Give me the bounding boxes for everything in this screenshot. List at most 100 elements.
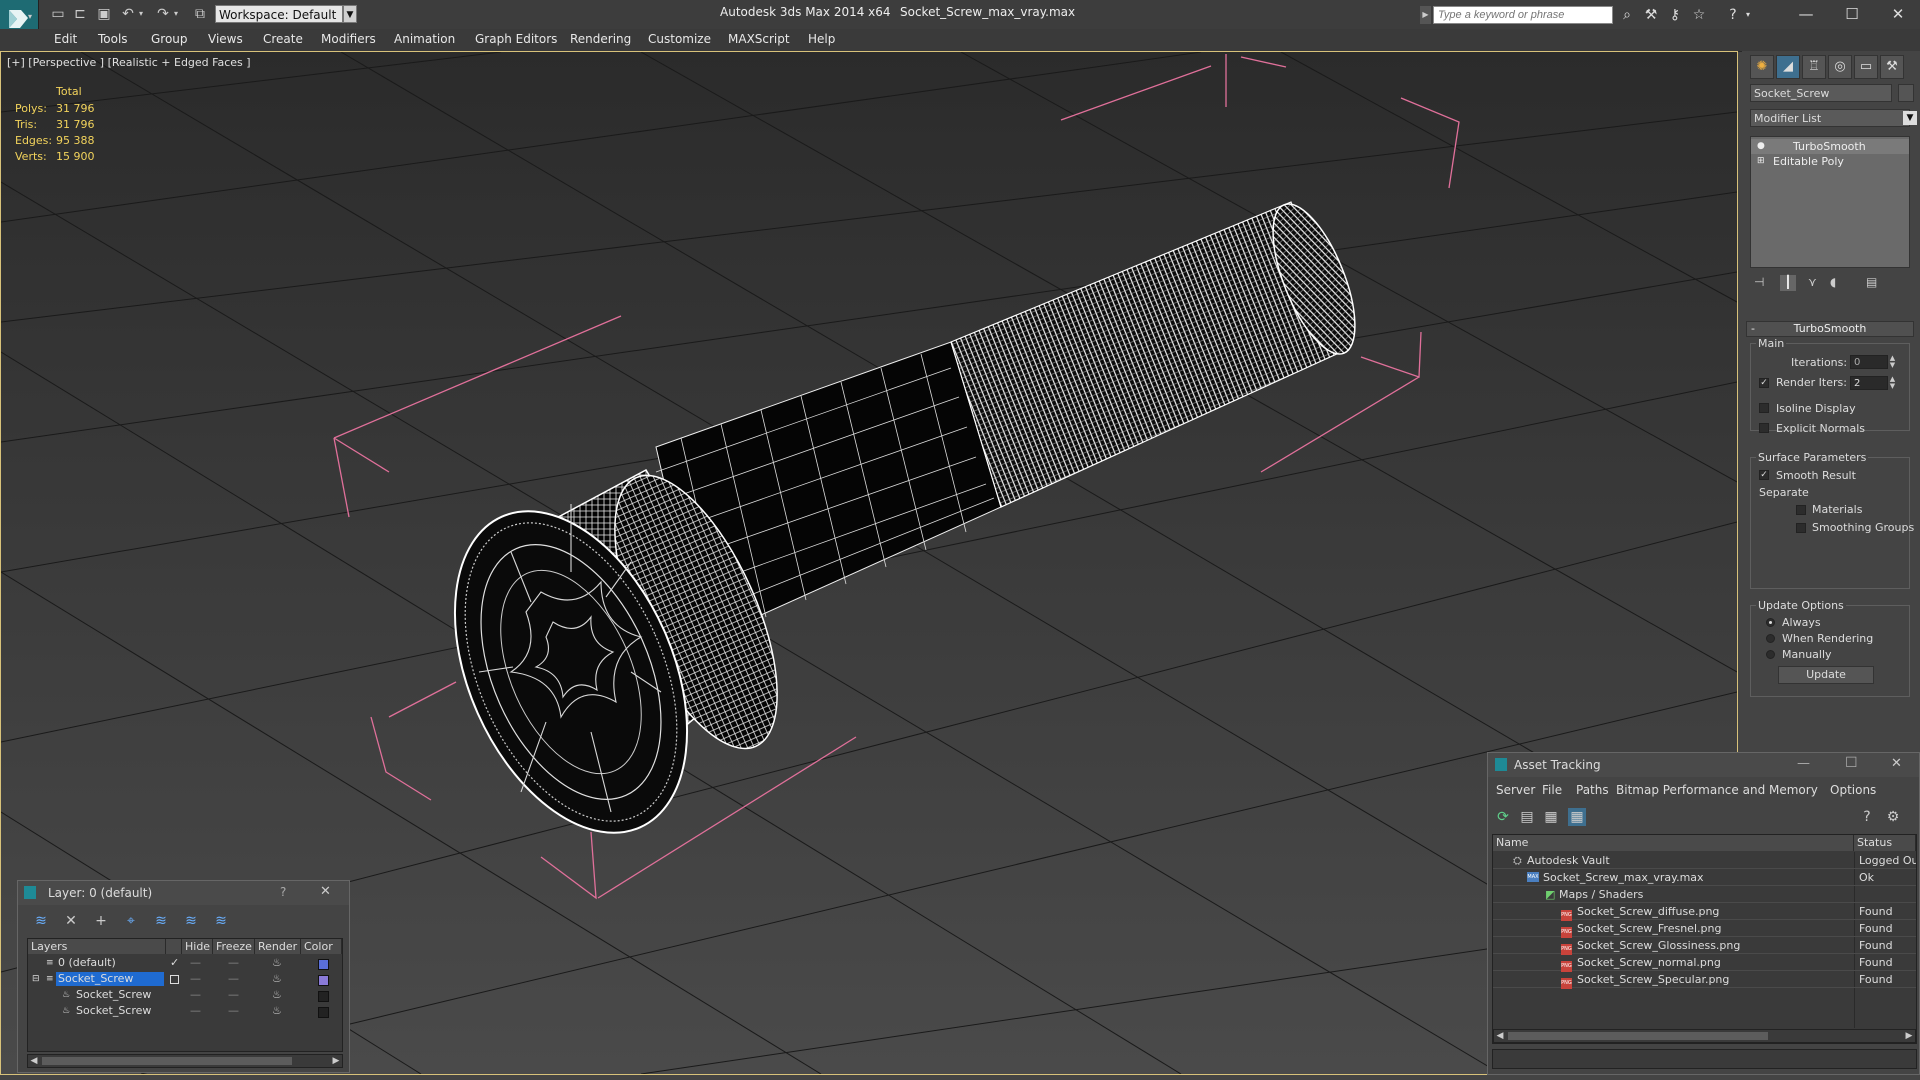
column-color[interactable]: Color (301, 939, 342, 954)
select-objects-in-layer-icon[interactable]: ⌖ (122, 912, 140, 930)
menu-graph-editors[interactable]: Graph Editors (475, 32, 557, 46)
table-view-icon[interactable]: ▦ (1568, 808, 1586, 826)
column-hide[interactable]: Hide (182, 939, 213, 954)
maximize-icon[interactable]: ☐ (1832, 2, 1872, 26)
scroll-left-icon[interactable]: ◀ (28, 1055, 40, 1067)
menu-maxscript[interactable]: MAXScript (728, 32, 790, 46)
column-status[interactable]: Status (1854, 835, 1916, 851)
scroll-thumb[interactable] (42, 1057, 292, 1065)
layer-row[interactable]: ≡ 0 (default) ✓ — — ♨ (28, 955, 342, 971)
redo-icon[interactable]: ↷ (155, 6, 171, 22)
menu-edit[interactable]: Edit (54, 32, 77, 46)
hide-toggle-icon[interactable]: — (190, 955, 201, 971)
scroll-thumb[interactable] (1508, 1032, 1768, 1040)
new-file-icon[interactable]: ▭ (50, 6, 66, 22)
menu-modifiers[interactable]: Modifiers (321, 32, 376, 46)
isoline-display-checkbox[interactable] (1759, 403, 1769, 413)
collapse-minus-icon[interactable]: ⊟ (32, 971, 40, 987)
display-tab-icon[interactable]: ▭ (1854, 55, 1878, 79)
make-unique-icon[interactable]: ⋎ (1808, 275, 1824, 291)
asset-settings-icon[interactable]: ⚙ (1884, 808, 1902, 826)
minimize-icon[interactable]: — (1786, 2, 1826, 26)
layer-window-close-icon[interactable]: ✕ (320, 884, 331, 899)
menu-customize[interactable]: Customize (648, 32, 711, 46)
show-end-result-icon[interactable]: ┃ (1780, 275, 1796, 291)
help-dropdown-icon[interactable]: ▾ (1743, 6, 1753, 24)
asset-menu-file[interactable]: File (1542, 783, 1562, 797)
favorites-star-icon[interactable]: ☆ (1689, 6, 1709, 24)
column-freeze[interactable]: Freeze (213, 939, 255, 954)
open-file-icon[interactable]: ⊏ (72, 6, 88, 22)
stack-item-editable-poly[interactable]: ⊞ Editable Poly (1751, 154, 1909, 169)
lightbulb-icon[interactable]: ● (1757, 139, 1765, 154)
freeze-toggle-icon[interactable]: — (228, 955, 239, 971)
add-to-layer-icon[interactable]: + (92, 912, 110, 930)
binoculars-icon[interactable]: ⌕ (1617, 6, 1637, 24)
delete-layer-icon[interactable]: ✕ (62, 912, 80, 930)
asset-menu-server[interactable]: Server (1496, 783, 1535, 797)
render-teapot-icon[interactable]: ♨ (272, 971, 282, 987)
separate-materials-checkbox[interactable] (1796, 505, 1806, 515)
asset-minimize-icon[interactable]: — (1797, 756, 1810, 771)
asset-menu-options[interactable]: Options (1830, 783, 1876, 797)
iterations-spinner[interactable]: 0 (1850, 355, 1888, 369)
tree-view-icon[interactable]: ▦ (1542, 808, 1560, 826)
undo-icon[interactable]: ↶ (120, 6, 136, 22)
viewport-label-menu[interactable]: [+] [Perspective ] [Realistic + Edged Fa… (7, 56, 251, 69)
menu-help[interactable]: Help (808, 32, 835, 46)
asset-help-icon[interactable]: ? (1858, 808, 1876, 826)
asset-path-field[interactable] (1492, 1049, 1917, 1069)
asset-tracking-titlebar[interactable]: Asset Tracking — ☐ ✕ (1488, 753, 1919, 777)
stack-item-turbosmooth[interactable]: ● TurboSmooth (1751, 139, 1909, 154)
explicit-normals-checkbox[interactable] (1759, 423, 1769, 433)
object-color-swatch[interactable] (1898, 84, 1914, 102)
layer-row-selected[interactable]: ⊟ ≡ Socket_Screw — — ♨ (28, 971, 342, 987)
new-layer-icon[interactable]: ≋ (32, 912, 50, 930)
asset-row-vault[interactable]: ⛭ Autodesk Vault Logged Out (1493, 852, 1916, 869)
refresh-icon[interactable]: ⟳ (1494, 808, 1512, 826)
workspace-dropdown-arrow-icon[interactable]: ▼ (343, 5, 357, 23)
expand-plus-icon[interactable]: ⊞ (1757, 154, 1765, 169)
render-teapot-icon[interactable]: ♨ (272, 955, 282, 971)
modifier-list-arrow-icon[interactable]: ▼ (1903, 111, 1917, 125)
layer-color-swatch[interactable] (318, 975, 329, 986)
separate-smoothing-groups-checkbox[interactable] (1796, 523, 1806, 533)
menu-rendering[interactable]: Rendering (570, 32, 631, 46)
layer-object-row[interactable]: ♨ Socket_Screw — — ♨ (28, 1003, 342, 1019)
layer-window-titlebar[interactable]: Layer: 0 (default) ? ✕ (18, 881, 349, 905)
asset-row-max-file[interactable]: MAX Socket_Screw_max_vray.max Ok (1493, 869, 1916, 886)
rollout-collapse-icon[interactable]: - (1751, 322, 1755, 336)
hide-toggle-icon[interactable]: — (190, 987, 201, 1003)
column-name[interactable]: Name (1493, 835, 1854, 851)
column-layers[interactable]: Layers (28, 939, 166, 954)
save-file-icon[interactable]: ▣ (96, 6, 112, 22)
render-teapot-icon[interactable]: ♨ (272, 1003, 282, 1019)
create-tab-icon[interactable]: ✺ (1750, 55, 1774, 79)
update-button[interactable]: Update (1778, 666, 1874, 684)
update-always-radio[interactable] (1766, 618, 1775, 627)
asset-row-maps-shaders[interactable]: ◩ Maps / Shaders (1493, 886, 1916, 903)
render-iters-spinner[interactable]: 2 (1850, 376, 1888, 390)
workspace-dropdown[interactable]: Workspace: Default (215, 5, 343, 23)
iterations-spinner-arrows-icon[interactable]: ▲ ▼ (1888, 355, 1897, 369)
pin-stack-icon[interactable]: ⊣ (1754, 275, 1770, 291)
menu-tools[interactable]: Tools (98, 32, 128, 46)
menu-views[interactable]: Views (208, 32, 243, 46)
utilities-tab-icon[interactable]: ⚒ (1880, 55, 1904, 79)
asset-row-png[interactable]: PNG Socket_Screw_diffuse.png Found (1493, 903, 1916, 921)
modifier-list-dropdown[interactable]: Modifier List ▼ (1750, 109, 1917, 127)
search-input[interactable] (1433, 6, 1613, 24)
column-current[interactable] (166, 939, 182, 954)
close-icon[interactable]: ✕ (1878, 2, 1918, 26)
current-layer-box-icon[interactable] (170, 975, 179, 984)
update-when-rendering-radio[interactable] (1766, 634, 1775, 643)
help-icon[interactable]: ? (1723, 6, 1743, 24)
layer-color-swatch[interactable] (318, 1007, 329, 1018)
asset-row-png[interactable]: PNG Socket_Screw_Glossiness.png Found (1493, 937, 1916, 955)
search-expand-icon[interactable]: ▶ (1420, 6, 1431, 24)
asset-menu-paths[interactable]: Paths (1576, 783, 1609, 797)
communication-center-icon[interactable]: ⚒ (1641, 6, 1661, 24)
layer-horizontal-scrollbar[interactable]: ◀ ▶ (27, 1054, 343, 1068)
update-manually-radio[interactable] (1766, 650, 1775, 659)
hide-toggle-icon[interactable]: — (190, 1003, 201, 1019)
